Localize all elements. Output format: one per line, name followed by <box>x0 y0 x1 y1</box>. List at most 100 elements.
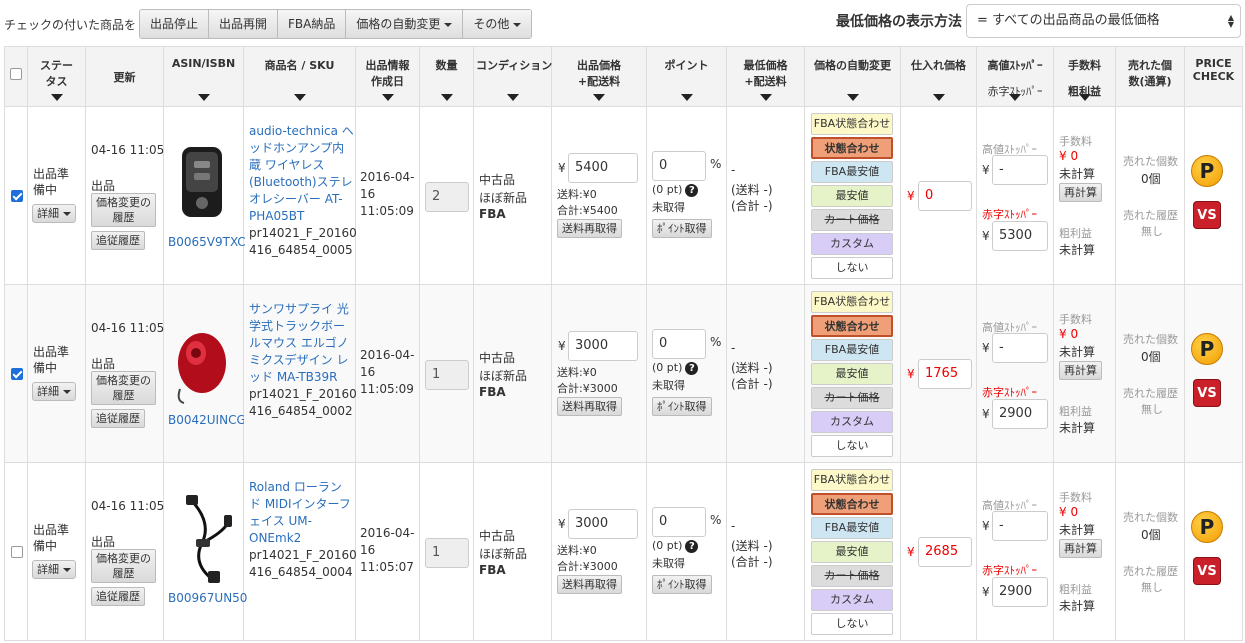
col-quantity[interactable]: 数量 <box>419 46 474 107</box>
price-input[interactable]: 5400 <box>568 153 638 183</box>
col-created[interactable]: 出品情報作成日 <box>355 46 420 107</box>
detail-dropdown[interactable]: 詳細 <box>32 560 76 579</box>
product-name-line[interactable]: (Bluetooth)ステレ <box>249 174 354 191</box>
price-input[interactable]: 3000 <box>568 331 638 361</box>
auto-none-button[interactable]: しない <box>811 613 893 635</box>
col-auto-price[interactable]: 価格の自動変更 <box>804 46 901 107</box>
auto-condition-button[interactable]: 状態合わせ <box>811 137 893 159</box>
select-all-checkbox[interactable] <box>10 68 22 80</box>
product-name-line[interactable]: ルマウス エルゴノ <box>249 335 349 352</box>
col-cost[interactable]: 仕入れ価格 <box>900 46 977 107</box>
detail-dropdown[interactable]: 詳細 <box>32 382 76 401</box>
cost-input[interactable]: 0 <box>918 181 972 211</box>
sort-icon[interactable] <box>50 94 63 101</box>
col-name-sku[interactable]: 商品名 / SKU <box>243 46 356 107</box>
product-name-line[interactable]: 蔵 ワイヤレス <box>249 157 354 174</box>
row-checkbox[interactable] <box>11 546 23 558</box>
auto-cart-price-button[interactable]: カート価格 <box>811 565 893 587</box>
auto-lowest-button[interactable]: 最安値 <box>811 363 893 385</box>
point-input[interactable]: 0 <box>652 329 706 359</box>
sort-icon[interactable] <box>440 94 453 101</box>
price-check-vs-icon[interactable]: VS <box>1193 379 1221 407</box>
follow-history-button[interactable]: 追従履歴 <box>91 409 145 428</box>
sort-icon[interactable] <box>1009 94 1021 101</box>
product-name-link[interactable]: サンワサプライ 光学式トラックボー ルマウス エルゴノ ミクスデザイン レッド MA… <box>249 301 349 386</box>
high-stopper-input[interactable]: - <box>992 511 1048 541</box>
cost-input[interactable]: 1765 <box>918 359 972 389</box>
price-check-vs-icon[interactable]: VS <box>1193 201 1221 229</box>
auto-custom-button[interactable]: カスタム <box>811 411 893 433</box>
product-image[interactable] <box>172 137 234 229</box>
help-icon[interactable]: ? <box>685 362 699 375</box>
recalc-button[interactable]: 再計算 <box>1059 539 1102 558</box>
auto-custom-button[interactable]: カスタム <box>811 233 893 255</box>
red-stopper-input[interactable]: 2900 <box>992 577 1048 607</box>
col-stoppers[interactable]: 高値ｽﾄｯﾊﾟｰ 赤字ｽﾄｯﾊﾟｰ <box>976 46 1054 107</box>
detail-dropdown[interactable]: 詳細 <box>32 204 76 223</box>
price-history-button[interactable]: 価格変更の 履歴 <box>91 549 156 583</box>
sort-icon[interactable] <box>759 94 772 101</box>
product-name-link[interactable]: Roland ローランド MIDIインターフ ェイス UM- ONEmk2 <box>249 479 351 547</box>
col-asin[interactable]: ASIN/ISBN <box>163 46 244 107</box>
follow-history-button[interactable]: 追従履歴 <box>91 231 145 250</box>
point-input[interactable]: 0 <box>652 151 706 181</box>
product-name-line[interactable]: ONEmk2 <box>249 530 351 547</box>
auto-fba-condition-button[interactable]: FBA状態合わせ <box>811 469 893 491</box>
quantity-input[interactable]: 2 <box>425 182 469 212</box>
auto-fba-condition-button[interactable]: FBA状態合わせ <box>811 113 893 135</box>
auto-custom-button[interactable]: カスタム <box>811 589 893 611</box>
sort-icon[interactable] <box>381 94 394 101</box>
price-check-p-icon[interactable]: P <box>1191 511 1223 543</box>
shipping-refetch-button[interactable]: 送料再取得 <box>557 575 622 594</box>
shipping-refetch-button[interactable]: 送料再取得 <box>557 219 622 238</box>
product-image[interactable] <box>172 493 234 585</box>
product-name-line[interactable]: ェイス UM- <box>249 513 351 530</box>
auto-none-button[interactable]: しない <box>811 435 893 457</box>
product-name-line[interactable]: オレシーバー AT- <box>249 191 354 208</box>
follow-history-button[interactable]: 追従履歴 <box>91 587 145 606</box>
col-updated[interactable]: 更新 <box>85 46 164 107</box>
auto-condition-button[interactable]: 状態合わせ <box>811 315 893 337</box>
product-name-line[interactable]: Roland ローラン <box>249 479 351 496</box>
price-history-button[interactable]: 価格変更の 履歴 <box>91 371 156 405</box>
sort-icon[interactable] <box>197 94 210 101</box>
stop-listing-button[interactable]: 出品停止 <box>140 10 210 38</box>
quantity-input[interactable]: 1 <box>425 360 469 390</box>
price-check-p-icon[interactable]: P <box>1191 155 1223 187</box>
help-icon[interactable]: ? <box>685 540 699 553</box>
price-input[interactable]: 3000 <box>568 509 638 539</box>
auto-fba-lowest-button[interactable]: FBA最安値 <box>811 161 893 183</box>
auto-none-button[interactable]: しない <box>811 257 893 279</box>
point-input[interactable]: 0 <box>652 507 706 537</box>
auto-condition-button[interactable]: 状態合わせ <box>811 493 893 515</box>
auto-lowest-button[interactable]: 最安値 <box>811 541 893 563</box>
col-condition[interactable]: コンディション <box>473 46 552 107</box>
recalc-button[interactable]: 再計算 <box>1059 361 1102 380</box>
high-stopper-input[interactable]: - <box>992 155 1048 185</box>
red-stopper-input[interactable]: 2900 <box>992 399 1048 429</box>
point-refetch-button[interactable]: ﾎﾟｲﾝﾄ取得 <box>652 575 712 594</box>
sort-icon[interactable] <box>680 94 693 101</box>
col-point[interactable]: ポイント <box>646 46 727 107</box>
red-stopper-input[interactable]: 5300 <box>992 221 1048 251</box>
price-check-vs-icon[interactable]: VS <box>1193 557 1221 585</box>
cost-input[interactable]: 2685 <box>918 537 972 567</box>
quantity-input[interactable]: 1 <box>425 538 469 568</box>
asin-link[interactable]: B0042UINCG <box>168 413 246 427</box>
product-name-line[interactable]: ミクスデザイン レ <box>249 352 349 369</box>
product-name-line[interactable]: サンワサプライ 光 <box>249 301 349 318</box>
price-check-p-icon[interactable]: P <box>1191 333 1223 365</box>
asin-link[interactable]: B0065V9TXC <box>168 235 246 249</box>
sort-icon[interactable] <box>593 94 605 101</box>
point-refetch-button[interactable]: ﾎﾟｲﾝﾄ取得 <box>652 397 712 416</box>
price-history-button[interactable]: 価格変更の 履歴 <box>91 193 156 227</box>
product-name-line[interactable]: audio-technica ヘ <box>249 123 354 140</box>
auto-fba-lowest-button[interactable]: FBA最安値 <box>811 339 893 361</box>
asin-link[interactable]: B00967UN50 <box>168 591 247 605</box>
product-name-line[interactable]: ッド MA-TB39R <box>249 369 349 386</box>
point-refetch-button[interactable]: ﾎﾟｲﾝﾄ取得 <box>652 219 712 238</box>
col-lowest-price[interactable]: 最低価格+配送料 <box>726 46 805 107</box>
sort-icon[interactable] <box>1078 94 1091 101</box>
product-name-line[interactable]: ド MIDIインターフ <box>249 496 351 513</box>
price-display-select[interactable]: = すべての出品商品の最低価格 ▲ ▼ <box>966 4 1241 38</box>
